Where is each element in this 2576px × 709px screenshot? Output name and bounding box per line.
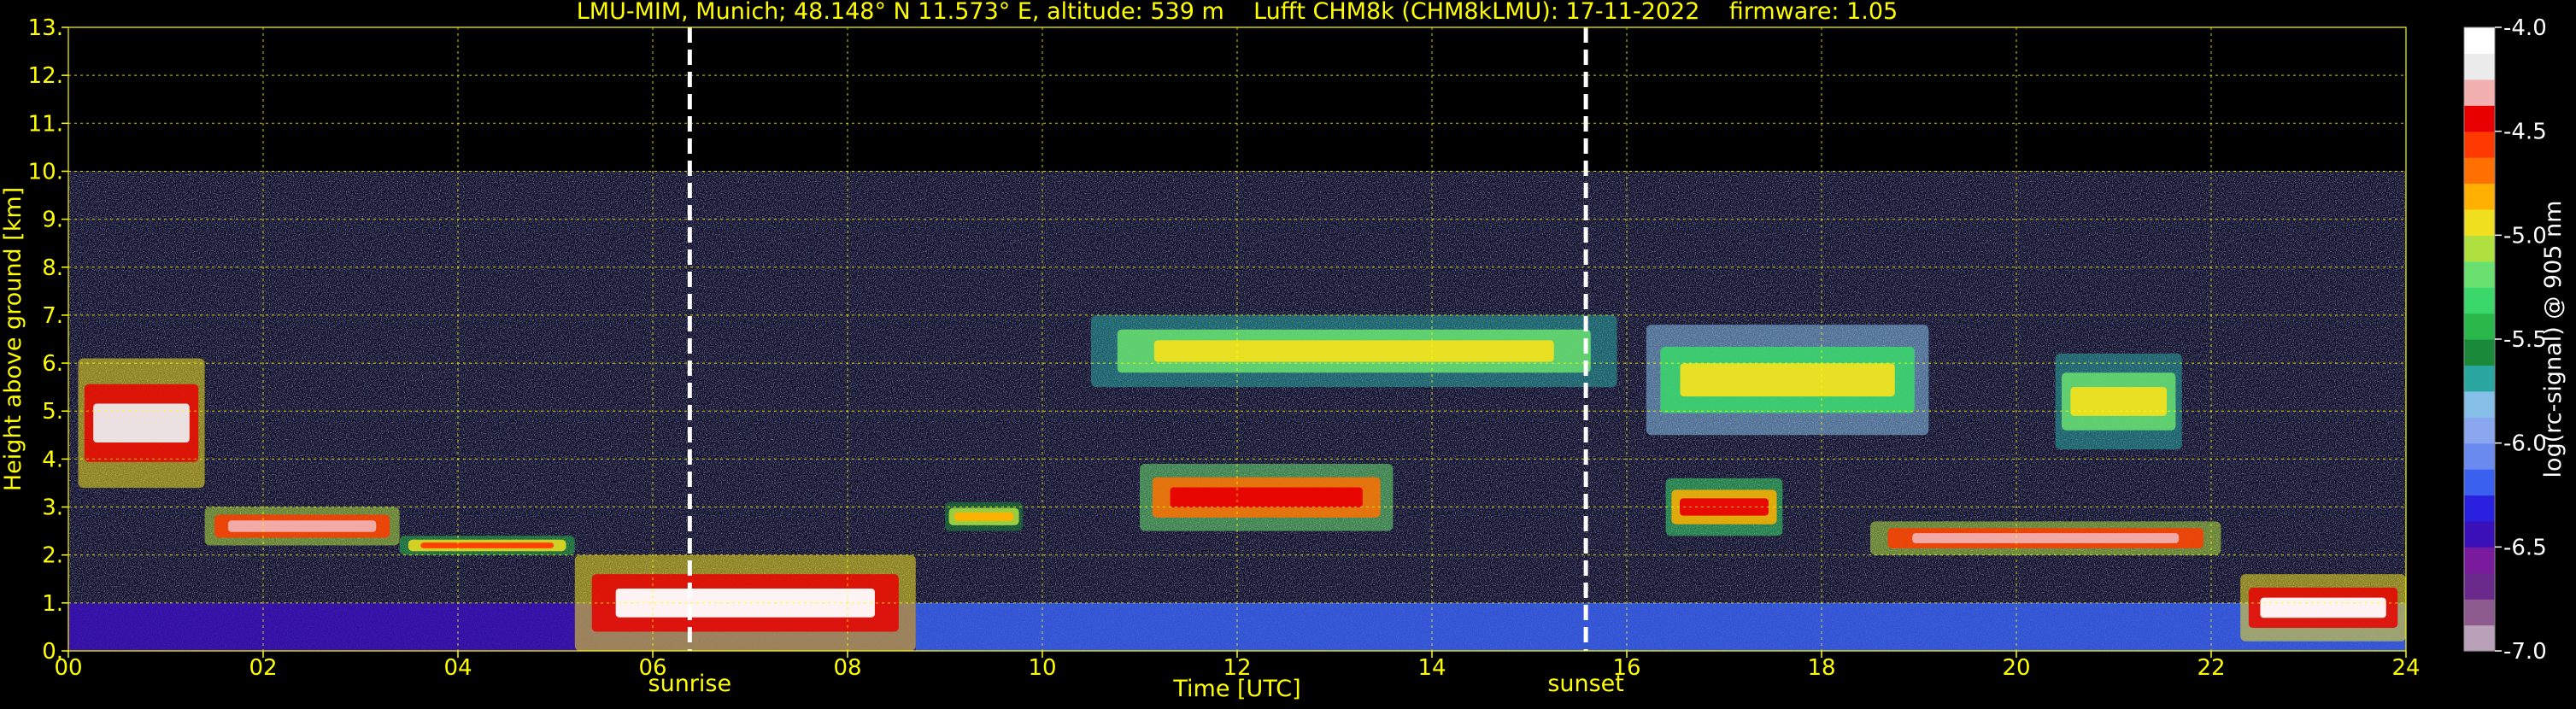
x-tick-label: 24 [2391,655,2420,681]
colorbar-segment [2464,469,2495,496]
y-tick-label: 6. [42,351,63,377]
y-tick-label: 3. [42,495,63,521]
cloud-feature [1091,314,1617,388]
y-tick-label: 11. [28,111,63,137]
x-tick-label: 02 [249,655,277,681]
colorbar-segment [2464,261,2495,288]
colorbar-tick-label: -6.5 [2503,535,2547,560]
colorbar: -4.0-4.5-5.0-5.5-6.0-6.5-7.0 [2463,15,2547,665]
colorbar-tick-label: -7.0 [2503,639,2547,665]
colorbar-segment [2464,235,2495,262]
cloud-peak [954,512,1014,521]
y-tick-label: 13. [28,15,63,41]
colorbar-segment [2464,390,2495,418]
cloud-feature [1646,325,1929,436]
y-tick-label: 7. [42,303,63,329]
cloud-feature [945,501,1024,531]
y-tick-label: 2. [42,543,63,569]
y-axis: 0. 1. 2. 3. 4. 5. 6. 7. 8. 9. 10. 11. 12. 13. [28,15,68,665]
colorbar-tick-label: -4.0 [2503,15,2547,41]
cloud-peak [2260,597,2386,618]
y-tick-label: 8. [42,255,63,281]
cloud-feature [78,358,205,489]
y-tick-label: 4. [42,447,63,472]
cloud-peak [227,520,377,532]
x-tick-label: 04 [443,655,472,681]
x-tick-label: 22 [2197,655,2225,681]
x-tick-label: 14 [1417,655,1446,681]
cloud-peak [1680,363,1895,397]
y-tick-label: 9. [42,208,63,233]
cloud-peak [1912,533,2180,543]
x-tick-label: 16 [1612,655,1640,681]
colorbar-segment [2464,105,2495,132]
y-axis-label: Height above ground [km] [0,187,26,491]
cloud-feature [1870,521,2221,555]
colorbar-segment [2464,339,2495,366]
aerosol-layer [915,602,2406,651]
colorbar-segment [2464,520,2495,548]
cloud-peak [1170,487,1363,508]
colorbar-label: log(rc-signal) @ 905 nm [2540,201,2567,478]
ceilometer-plot: sunrise sunset 00 02 04 06 08 10 12 14 16 18 20 22 24… [0,0,2567,702]
colorbar-segment [2464,313,2495,340]
colorbar-segment [2464,547,2495,574]
cloud-feature [1140,464,1394,531]
colorbar-segment [2464,79,2495,106]
y-tick-label: 0. [42,639,63,665]
colorbar-segment [2464,53,2495,80]
colorbar-segment [2464,599,2495,626]
y-tick-label: 5. [42,399,63,425]
colorbar-segment [2464,131,2495,158]
colorbar-segment [2464,208,2495,236]
colorbar-segment [2464,417,2495,444]
x-tick-label: 20 [2002,655,2030,681]
x-tick-label: 10 [1028,655,1056,681]
cloud-peak [420,542,555,548]
y-tick-label: 12. [28,63,63,89]
colorbar-tick-label: -4.5 [2503,120,2547,145]
cloud-feature [204,507,400,546]
cloud-feature [399,536,575,555]
x-axis-label: Time [UTC] [1172,676,1300,702]
colorbar-segment [2464,287,2495,314]
cloud-peak [1153,340,1554,362]
ceilometer-chart: sunrise sunset 00 02 04 06 08 10 12 14 16 18 20 22 24… [0,0,2576,706]
colorbar-segment [2464,157,2495,185]
colorbar-segment [2464,442,2495,470]
colorbar-segment [2464,624,2495,652]
y-tick-label: 10. [28,159,63,185]
cloud-peak [2070,387,2168,416]
colorbar-segment [2464,365,2495,392]
x-tick-label: 18 [1807,655,1835,681]
cloud-feature [2055,353,2182,450]
colorbar-segment [2464,183,2495,210]
chart-title: LMU-MIM, Munich; 48.148° N 11.573° E, al… [577,0,1898,25]
cloud-peak [93,403,190,443]
colorbar-segment [2464,495,2495,522]
x-tick-label: 06 [638,655,666,681]
cloud-feature [2240,574,2406,642]
y-tick-label: 1. [42,591,63,617]
x-tick-label: 08 [833,655,861,681]
colorbar-segment [2464,572,2495,600]
colorbar-segment [2464,27,2495,55]
